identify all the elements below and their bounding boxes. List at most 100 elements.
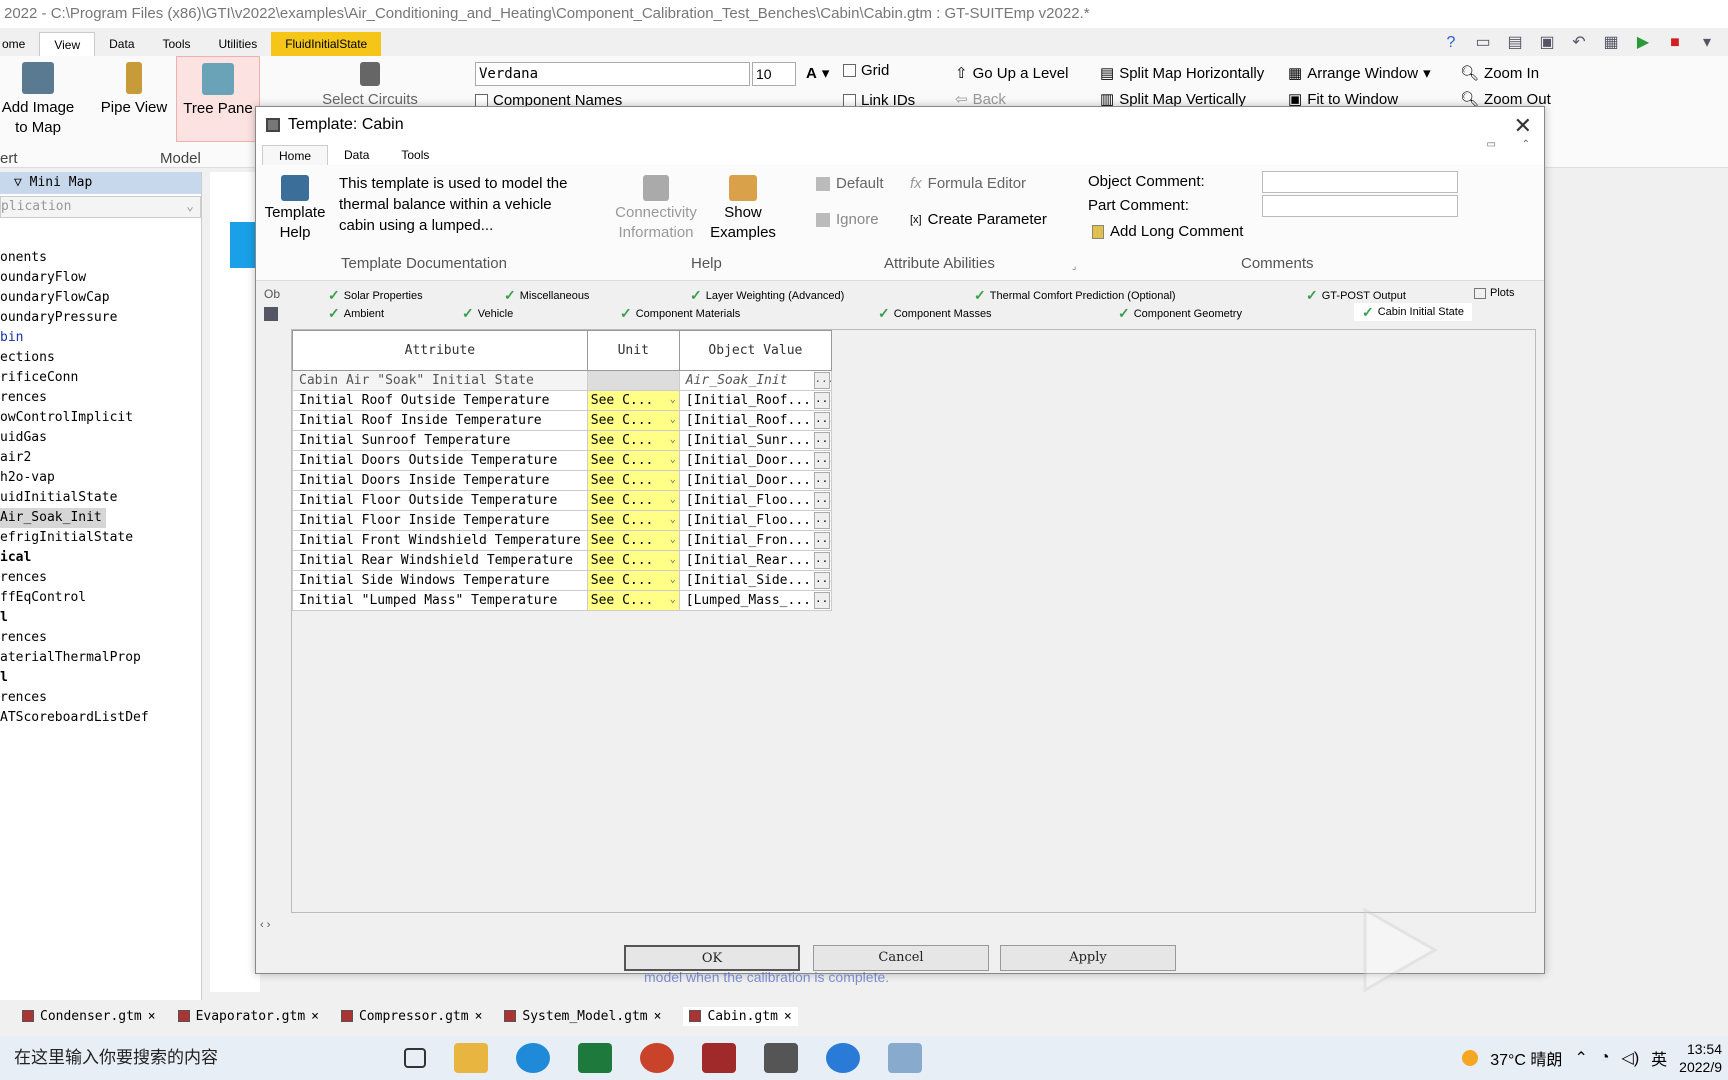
chevron-down-icon[interactable]: ⌄ [670,574,676,585]
close-icon[interactable]: ✕ [1514,113,1532,139]
tab-ambient[interactable]: ✓ Ambient [328,305,384,322]
close-icon[interactable]: × [654,1009,662,1024]
connectivity-button[interactable]: Connectivity Information [606,171,706,243]
grid-checkbox[interactable]: Grid [843,62,889,79]
chevron-down-icon[interactable]: ⌄ [670,534,676,545]
close-icon[interactable]: × [784,1009,792,1024]
edge-icon[interactable] [516,1043,550,1073]
dialog-launcher-icon[interactable]: ⌟ [1072,261,1076,272]
add-long-comment-button[interactable]: Add Long Comment [1092,223,1243,240]
more-options-icon[interactable]: ... [814,412,830,429]
scroll-left-icon[interactable]: ‹ › [260,919,270,931]
pipe-view-button[interactable]: Pipe View [96,56,172,118]
tab-tools[interactable]: Tools [149,32,205,56]
file-tab[interactable]: Condenser.gtm × [22,1009,156,1024]
unit-cell[interactable]: See C... ⌄ [586,470,680,491]
network-icon[interactable]: ◔ [1600,1049,1610,1067]
chevron-down-icon[interactable]: ⌄ [670,414,676,425]
tab-solar-properties[interactable]: ✓ Solar Properties [328,287,423,304]
chevron-down-icon[interactable]: ⌄ [670,494,676,505]
column-header-object-value[interactable]: Object Value [678,330,833,371]
tree-item[interactable]: efrigInitialState [0,528,201,548]
excel-icon[interactable] [578,1043,612,1073]
attribute-cell[interactable]: Initial Doors Outside Temperature [292,450,588,471]
attribute-cell[interactable]: Initial Side Windows Temperature [292,570,588,591]
chevron-down-icon[interactable]: ⌄ [670,594,676,605]
more-options-icon[interactable]: ... [814,392,830,409]
tab-gt-post-output[interactable]: ✓ GT-POST Output [1306,287,1406,304]
attribute-cell[interactable]: Initial Floor Outside Temperature [292,490,588,511]
tab-miscellaneous[interactable]: ✓ Miscellaneous [504,287,589,304]
attribute-cell[interactable]: Initial Roof Inside Temperature [292,410,588,431]
object-comment-input[interactable] [1262,171,1458,193]
volume-icon[interactable]: ◁) [1622,1048,1640,1068]
close-icon[interactable]: × [148,1009,156,1024]
object-value-cell[interactable]: [Initial_Fron...... [678,530,833,551]
arrange-window-button[interactable]: ▦ Arrange Window ▾ [1288,64,1431,83]
attribute-cell[interactable]: Initial Doors Inside Temperature [292,470,588,491]
tree-item[interactable]: aterialThermalProp [0,648,201,668]
object-value-cell[interactable]: [Initial_Floo...... [678,510,833,531]
unit-cell[interactable]: See C... ⌄ [586,410,680,431]
collapse-ribbon-icon[interactable]: ⌃ [1522,139,1530,150]
unit-cell[interactable]: See C... ⌄ [586,590,680,611]
attribute-cell[interactable]: Initial Rear Windshield Temperature [292,550,588,571]
more-options-icon[interactable]: ... [814,552,830,569]
attribute-cell[interactable]: Initial Floor Inside Temperature [292,510,588,531]
attribute-cell[interactable]: Cabin Air "Soak" Initial State [292,370,588,391]
tree-item[interactable]: l [0,668,201,688]
tree-item[interactable]: ections [0,348,201,368]
cancel-button[interactable]: Cancel [813,945,989,971]
ok-button[interactable]: OK [624,945,800,971]
save-icon[interactable]: ▣ [1536,32,1558,54]
object-value-cell[interactable]: [Initial_Sunr...... [678,430,833,451]
tab-thermal-comfort[interactable]: ✓ Thermal Comfort Prediction (Optional) [974,287,1176,304]
file-tab[interactable]: Cabin.gtm × [683,1006,798,1026]
tray-expand-icon[interactable]: ⌃ [1574,1048,1587,1068]
object-value-cell[interactable]: [Initial_Door...... [678,470,833,491]
object-value-cell[interactable]: [Initial_Floo...... [678,490,833,511]
formula-editor-button[interactable]: fx Formula Editor [910,175,1026,192]
help-icon[interactable]: ? [1440,32,1462,54]
tree-item[interactable]: ffEqControl [0,588,201,608]
file-explorer-icon[interactable] [454,1043,488,1073]
tree-item[interactable]: l [0,608,201,628]
attribute-cell[interactable]: Initial Front Windshield Temperature [292,530,588,551]
tree-item[interactable]: uidInitialState [0,488,201,508]
tree-pane-button[interactable]: Tree Pane [176,56,260,142]
clock[interactable]: 13:54 2022/9 [1679,1040,1722,1076]
tab-home[interactable]: ome [0,32,39,56]
unit-cell[interactable]: See C... ⌄ [586,430,680,451]
object-value-cell[interactable]: [Initial_Side...... [678,570,833,591]
minimap-header[interactable]: ▽ Mini Map [0,172,201,194]
tree-item[interactable]: uidGas [0,428,201,448]
object-value-cell[interactable]: [Initial_Roof...... [678,390,833,411]
gt-post-icon[interactable] [764,1043,798,1073]
tree-item[interactable]: onents [0,248,201,268]
tree-item[interactable]: oundaryFlow [0,268,201,288]
tab-component-masses[interactable]: ✓ Component Masses [878,305,992,322]
customize-icon[interactable]: ▾ [1696,32,1718,54]
unit-cell[interactable]: See C... ⌄ [586,450,680,471]
undo-icon[interactable]: ↶ [1568,32,1590,54]
stop-icon[interactable]: ■ [1664,32,1686,54]
font-family-select[interactable]: Verdana [475,62,750,86]
close-icon[interactable]: × [311,1009,319,1024]
unit-cell[interactable]: See C... ⌄ [586,550,680,571]
taskbar-search[interactable]: 在这里输入你要搜索的内容 [4,1038,304,1078]
zoom-in-button[interactable]: 🔍︎ Zoom In [1460,64,1539,83]
tab-plots[interactable]: Plots [1474,287,1514,299]
tree-item[interactable]: air2 [0,448,201,468]
tab-layer-weighting[interactable]: ✓ Layer Weighting (Advanced) [690,287,844,304]
font-size-select[interactable]: 10 [752,62,796,86]
object-value-cell[interactable]: [Initial_Door...... [678,450,833,471]
powerpoint-icon[interactable] [640,1043,674,1073]
show-examples-button[interactable]: Show Examples [708,171,778,243]
tab-data[interactable]: Data [95,32,148,56]
tab-component-materials[interactable]: ✓ Component Materials [620,305,740,322]
tree-item[interactable]: rences [0,388,201,408]
ignore-button[interactable]: Ignore [816,211,879,228]
tree-item[interactable]: Air_Soak_Init [0,508,201,528]
font-color-button[interactable]: A ▾ [806,64,829,83]
layout-icon[interactable]: ▦ [1600,32,1622,54]
